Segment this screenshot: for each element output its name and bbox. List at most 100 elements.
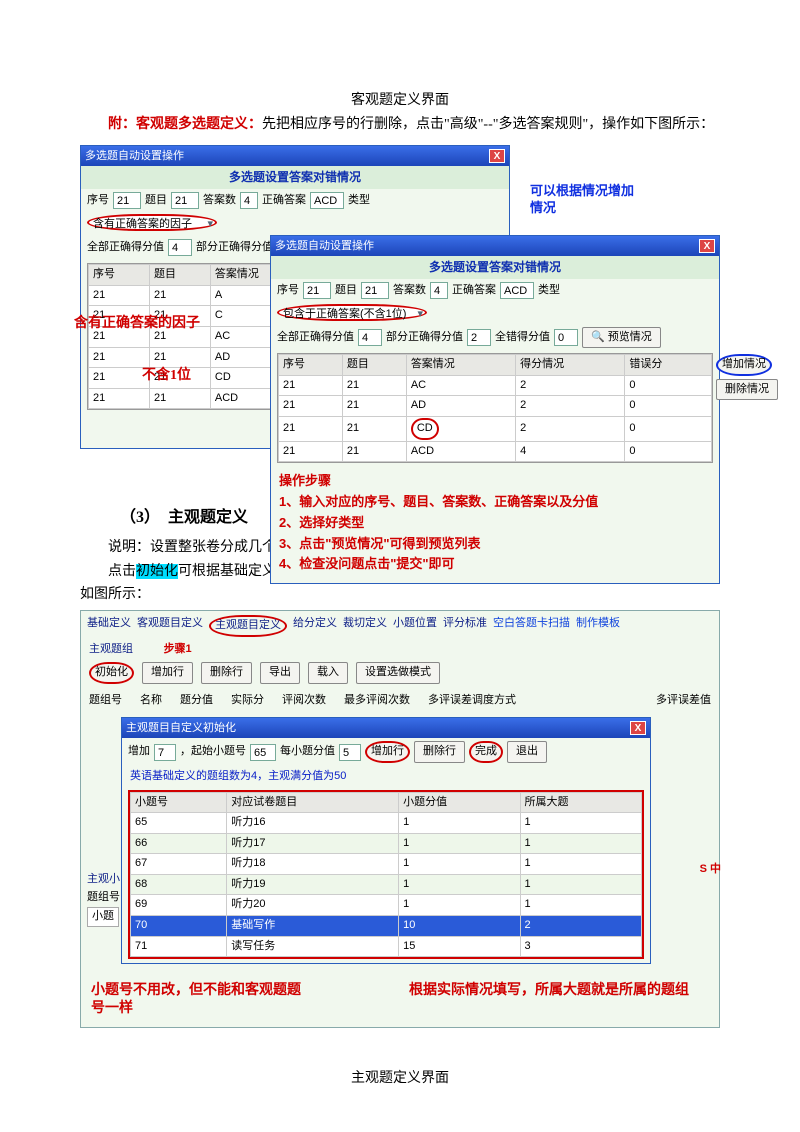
label-tm: 题目 [145, 192, 167, 210]
dlg-exit-button[interactable]: 退出 [507, 741, 547, 763]
input-xh[interactable]: 21 [113, 192, 141, 209]
table-row[interactable]: 68听力1911 [131, 874, 642, 895]
close-icon[interactable]: X [630, 721, 646, 735]
import-button[interactable]: 载入 [308, 662, 348, 684]
titlebar[interactable]: 多选题自动设置操作 X [271, 236, 719, 256]
label-das: 答案数 [203, 192, 236, 210]
dialog-header: 多选题设置答案对错情况 [81, 166, 509, 189]
input-das[interactable]: 4 [240, 192, 258, 209]
tab-std[interactable]: 评分标准 [443, 615, 487, 637]
tab-basic[interactable]: 基础定义 [87, 615, 131, 637]
side-label-1: 主观小 [87, 871, 120, 889]
side-label-2: 题组号 [87, 889, 120, 907]
label-zqda: 正确答案 [262, 192, 306, 210]
input-add[interactable]: 7 [154, 744, 176, 761]
titlebar-text: 多选题自动设置操作 [275, 236, 374, 256]
addrow-button[interactable]: 增加行 [142, 662, 193, 684]
table-row[interactable]: 65听力1611 [131, 813, 642, 834]
tab-subjective[interactable]: 主观题目定义 [209, 615, 287, 637]
close-icon[interactable]: X [489, 149, 505, 163]
attach-label: 附：客观题多选题定义： [108, 117, 262, 132]
tab-cut[interactable]: 裁切定义 [343, 615, 387, 637]
input-per[interactable]: 5 [339, 744, 361, 761]
init-button[interactable]: 初始化 [89, 662, 134, 684]
mode-button[interactable]: 设置选做模式 [356, 662, 440, 684]
dialog-header: 多选题设置答案对错情况 [271, 256, 719, 279]
form-row-1: 序号21 题目21 答案数4 正确答案ACD 类型 包含于正确答案(不含1位) [271, 279, 719, 324]
attach-rest: 先把相应序号的行删除，点击"高级"--"多选答案规则"，操作如下图所示： [262, 117, 714, 132]
label-add: 增加 [128, 743, 150, 761]
steps-title: 操作步骤 [279, 471, 711, 492]
dlg-hint: 英语基础定义的题组数为4，主观满分值为50 [122, 766, 650, 788]
label-xh: 序号 [87, 192, 109, 210]
dialog-init: 主观题目自定义初始化 X 增加7 ，起始小题号65 每小题分值5 增加行 删除行… [121, 717, 651, 964]
tab-pos[interactable]: 小题位置 [393, 615, 437, 637]
annot-add-case: 可以根据情况增加情况 [530, 183, 640, 217]
section-title: 主观题定义 [168, 509, 248, 526]
titlebar-text: 主观题目自定义初始化 [126, 718, 236, 738]
annot-right: 根据实际情况填写，所属大题就是所属的题组 [409, 980, 689, 1016]
annot-factor: 含有正确答案的因子 [74, 313, 200, 335]
figure-2-app: 基础定义 客观题目定义 主观题目定义 给分定义 裁切定义 小题位置 评分标准 空… [80, 610, 720, 1028]
annot-no1: 不含1位 [142, 365, 191, 387]
dlg-addrow-button[interactable]: 增加行 [365, 741, 410, 763]
select-type-2[interactable]: 包含于正确答案(不含1位) [277, 304, 427, 321]
input-qbzq[interactable]: 4 [168, 239, 192, 256]
col-xh: 序号 [89, 265, 150, 286]
select-type[interactable]: 含有正确答案的因子 [87, 214, 217, 231]
titlebar[interactable]: 多选题自动设置操作 X [81, 146, 509, 166]
table-row[interactable]: 69听力2011 [131, 895, 642, 916]
dlg-done-button[interactable]: 完成 [469, 741, 503, 763]
tab-template[interactable]: 制作模板 [576, 615, 620, 637]
tab-bar: 基础定义 客观题目定义 主观题目定义 给分定义 裁切定义 小题位置 评分标准 空… [81, 611, 719, 639]
table-row[interactable]: 71读写任务153 [131, 936, 642, 957]
label-per: 每小题分值 [280, 743, 335, 761]
export-button[interactable]: 导出 [260, 662, 300, 684]
tab-score[interactable]: 给分定义 [293, 615, 337, 637]
para2a: 点击 [108, 564, 136, 579]
attach-para: 附：客观题多选题定义：先把相应序号的行删除，点击"高级"--"多选答案规则"，操… [80, 114, 720, 136]
tab-scan[interactable]: 空白答题卡扫描 [493, 615, 570, 637]
label-bfzq: 部分正确得分值 [196, 239, 273, 257]
figure-1: 多选题自动设置操作 X 多选题设置答案对错情况 序号21 题目21 答案数4 正… [80, 145, 720, 465]
table-row[interactable]: 67听力1811 [131, 854, 642, 875]
panel-label-text: 主观题组 [89, 643, 133, 655]
step-1: 1、输入对应的序号、题目、答案数、正确答案以及分值 [279, 492, 711, 513]
tab-objective[interactable]: 客观题目定义 [137, 615, 203, 637]
preview-button-2[interactable]: 🔍 预览情况 [582, 327, 661, 349]
del-case-button-2[interactable]: 删除情况 [716, 379, 778, 401]
titlebar[interactable]: 主观题目自定义初始化 X [122, 718, 650, 738]
section-number: （3） [120, 509, 160, 526]
col-tm: 题目 [149, 265, 210, 286]
input-tm[interactable]: 21 [171, 192, 199, 209]
step-3: 3、点击"预览情况"可得到预览列表 [279, 534, 711, 555]
grid-front: 序号题目答案情况得分情况错误分 2121AC20 2121AD20 2121CD… [277, 353, 713, 463]
input-start[interactable]: 65 [250, 744, 276, 761]
column-headers: 题组号 名称 题分值 实际分 评阅次数 最多评阅次数 多评误差调度方式 多评误差… [81, 690, 719, 712]
figure2-caption: 主观题定义界面 [80, 1068, 720, 1090]
label-start: ，起始小题号 [180, 743, 246, 761]
form-row-2: 全部正确得分值4 部分正确得分值2 全错得分值0 🔍 预览情况 [271, 324, 719, 352]
step-4: 4、检查没问题点击"提交"即可 [279, 554, 711, 575]
dlg-grid: 小题号对应试卷题目小题分值所属大题 65听力1611 66听力1711 67听力… [128, 790, 644, 960]
table-row[interactable]: 2121AD20 [279, 396, 712, 417]
page-title: 客观题定义界面 [80, 90, 720, 112]
ime-badge: S 中 [700, 861, 721, 879]
delrow-button[interactable]: 删除行 [201, 662, 252, 684]
form-row-1: 序号21 题目21 答案数4 正确答案ACD 类型 含有正确答案的因子 [81, 189, 509, 234]
dialog-multichoice-front: 多选题自动设置操作 X 多选题设置答案对错情况 序号21 题目21 答案数4 正… [270, 235, 720, 584]
table-row[interactable]: 66听力1711 [131, 833, 642, 854]
add-case-button-2[interactable]: 增加情况 [716, 354, 772, 376]
step-2: 2、选择好类型 [279, 513, 711, 534]
table-row[interactable]: 2121CD20 [279, 416, 712, 441]
annot-step1: 步骤1 [164, 643, 192, 655]
panel-label: 主观题组 步骤1 [81, 639, 719, 661]
button-row: 初始化 增加行 删除行 导出 载入 设置选做模式 [81, 660, 719, 690]
dlg-delrow-button[interactable]: 删除行 [414, 741, 465, 763]
table-row-selected[interactable]: 70基础写作102 [131, 916, 642, 937]
input-zqda[interactable]: ACD [310, 192, 344, 209]
table-row[interactable]: 2121ACD40 [279, 441, 712, 462]
table-row[interactable]: 2121AC20 [279, 375, 712, 396]
label-qbzq: 全部正确得分值 [87, 239, 164, 257]
close-icon[interactable]: X [699, 239, 715, 253]
